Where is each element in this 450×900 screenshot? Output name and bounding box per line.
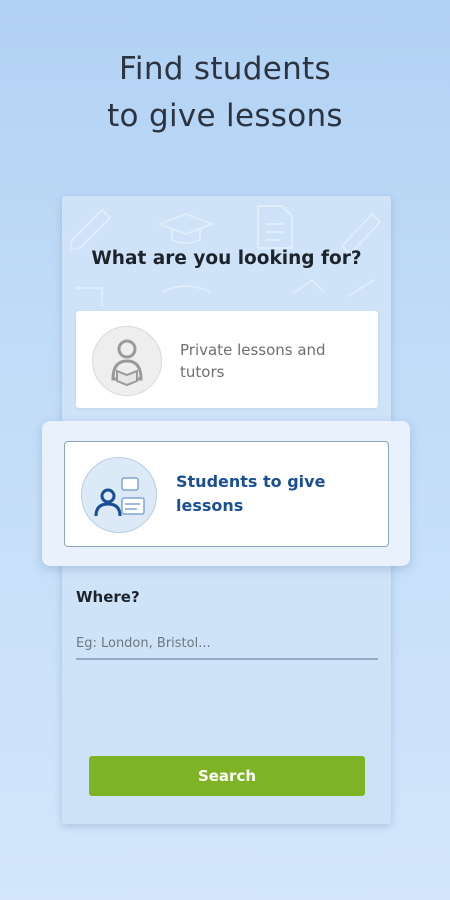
option-students-label: Students to give lessons xyxy=(176,472,326,515)
option-private-lessons[interactable]: Private lessons and tutors xyxy=(76,311,378,408)
person-reading-icon xyxy=(92,326,162,396)
headline-line-1: Find students xyxy=(119,51,331,87)
search-button[interactable]: Search xyxy=(89,756,365,796)
option-students-highlight: Students to give lessons xyxy=(42,421,410,566)
page-headline: Find students to give lessons xyxy=(0,46,450,140)
headline-line-2: to give lessons xyxy=(107,98,343,134)
option-students-to-teach[interactable]: Students to give lessons xyxy=(64,441,389,547)
option-private-lessons-label: Private lessons and tutors xyxy=(180,341,326,381)
teacher-whiteboard-icon xyxy=(81,457,157,533)
where-input[interactable] xyxy=(76,628,378,660)
where-label: Where? xyxy=(76,588,140,606)
looking-for-question: What are you looking for? xyxy=(91,248,362,269)
